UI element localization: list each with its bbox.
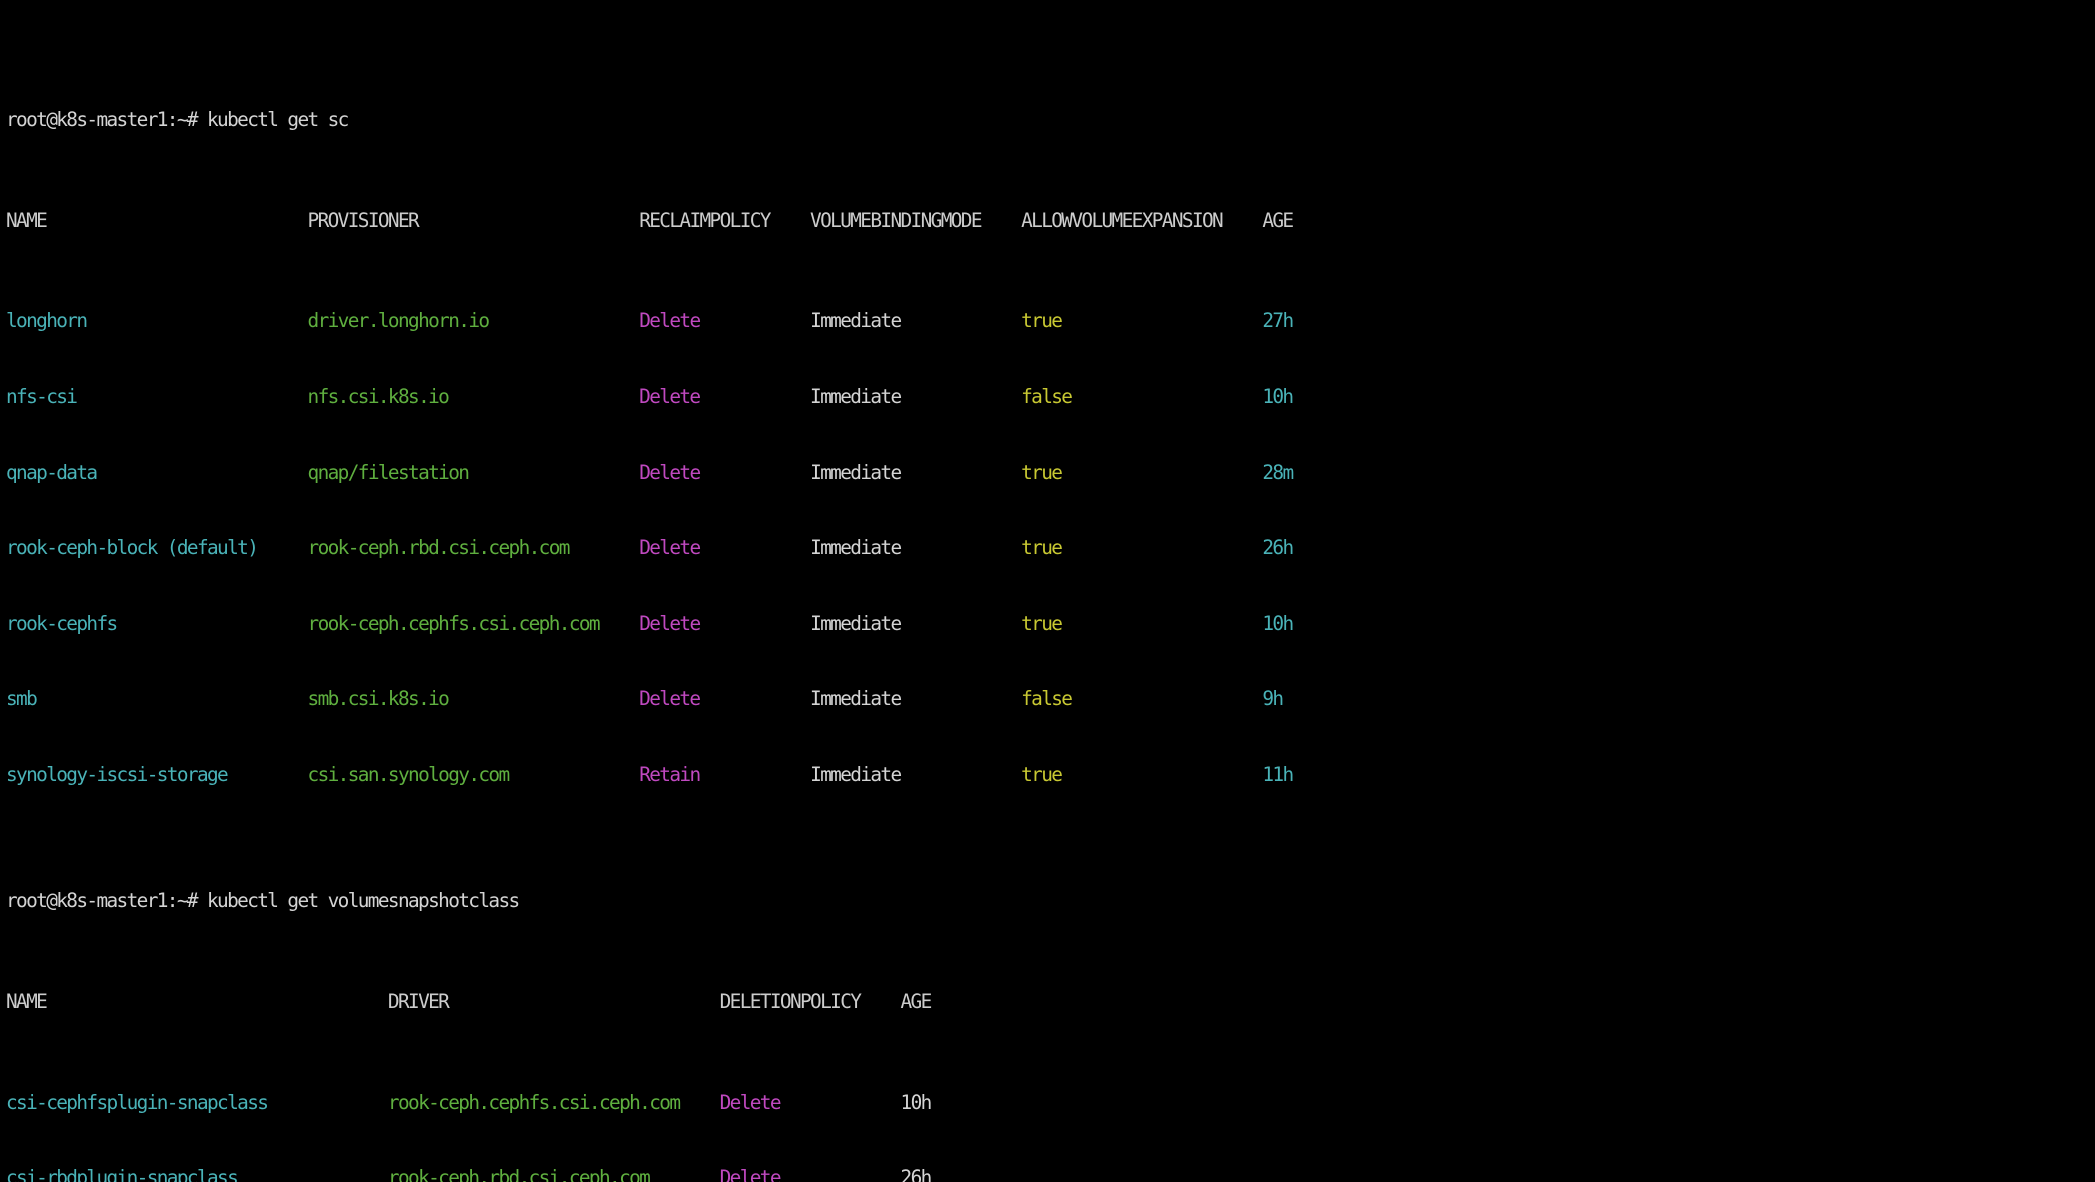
cell-name: rook-cephfs — [6, 611, 118, 635]
cell-reclaimpolicy: Retain — [639, 762, 701, 786]
cell-allowvolumeexpansion: false — [1021, 385, 1073, 408]
cell-provisioner: qnap/filestation — [307, 460, 470, 484]
cell-name: csi-cephfsplugin-snapclass — [6, 1090, 269, 1114]
cell-deletionpolicy: Delete — [719, 1166, 782, 1182]
table-header-row-2: NAME DRIVER DELETIONPOLICY AGE — [6, 989, 2095, 1014]
cell-allowvolumeexpansion: true — [1021, 536, 1063, 560]
command-line-1: root@k8s-master1:~# kubectl get sc — [6, 107, 2095, 132]
cell-name: qnap-data — [6, 460, 98, 484]
cell-reclaimpolicy: Delete — [639, 687, 701, 711]
cell-name: csi-rbdplugin-snapclass — [6, 1166, 239, 1182]
cell-volumebindingmode: Immediate — [810, 762, 902, 786]
table-row: csi-rbdplugin-snapclass rook-ceph.rbd.cs… — [6, 1165, 2095, 1182]
command-line-2: root@k8s-master1:~# kubectl get volumesn… — [6, 888, 2095, 913]
cell-age: 11h — [1262, 762, 1294, 786]
cell-provisioner: driver.longhorn.io — [307, 309, 491, 333]
cell-age: 27h — [1262, 309, 1294, 333]
table-row: qnap-data qnap/filestation Delete Immedi… — [6, 460, 2095, 485]
table-row: smb smb.csi.k8s.io Delete Immediate fals… — [6, 686, 2095, 711]
cell-reclaimpolicy: Delete — [639, 536, 701, 560]
cell-name: smb — [6, 687, 38, 711]
cell-volumebindingmode: Immediate — [810, 385, 902, 408]
cell-age: 28m — [1262, 460, 1294, 484]
table-row: nfs-csi nfs.csi.k8s.io Delete Immediate … — [6, 384, 2095, 409]
cell-name: nfs-csi — [6, 385, 78, 408]
cell-provisioner: nfs.csi.k8s.io — [307, 385, 450, 408]
cell-deletionpolicy: Delete — [719, 1090, 782, 1114]
column-header-allowvolumeexpansion: ALLOWVOLUMEEXPANSION — [1021, 208, 1224, 232]
cell-provisioner: csi.san.synology.com — [307, 762, 511, 786]
table-header-row-1: NAME PROVISIONER RECLAIMPOLICY VOLUMEBIN… — [6, 208, 2095, 233]
cell-age: 9h — [1262, 687, 1284, 711]
column-header-age: AGE — [1262, 208, 1294, 232]
column-header-volumebindingmode: VOLUMEBINDINGMODE — [810, 208, 982, 232]
terminal-screen[interactable]: root@k8s-master1:~# kubectl get sc NAME … — [0, 0, 2095, 1182]
cell-volumebindingmode: Immediate — [810, 687, 902, 711]
cell-name: synology-iscsi-storage — [6, 762, 229, 786]
cell-age: 26h — [900, 1166, 933, 1182]
command-text-2: root@k8s-master1:~# kubectl get volumesn… — [6, 888, 520, 912]
table-row: rook-ceph-block (default) rook-ceph.rbd.… — [6, 535, 2095, 560]
cell-reclaimpolicy: Delete — [639, 460, 701, 484]
table-row: csi-cephfsplugin-snapclass rook-ceph.cep… — [6, 1090, 2095, 1115]
cell-volumebindingmode: Immediate — [810, 309, 902, 333]
cell-provisioner: smb.csi.k8s.io — [307, 687, 450, 711]
cell-name: rook-ceph-block (default) — [6, 536, 259, 560]
table-row: synology-iscsi-storage csi.san.synology.… — [6, 762, 2095, 787]
column-header-name: NAME — [6, 208, 48, 232]
cell-allowvolumeexpansion: true — [1021, 611, 1063, 635]
cell-provisioner: rook-ceph.cephfs.csi.ceph.com — [307, 611, 601, 635]
cell-reclaimpolicy: Delete — [639, 309, 701, 333]
cell-name: longhorn — [6, 309, 88, 333]
column-header-name: NAME — [6, 989, 48, 1013]
cell-age: 26h — [1262, 536, 1294, 560]
command-text-1: root@k8s-master1:~# kubectl get sc — [6, 107, 349, 131]
cell-provisioner: rook-ceph.rbd.csi.ceph.com — [307, 536, 571, 560]
cell-age: 10h — [1262, 385, 1294, 408]
cell-age: 10h — [1262, 611, 1294, 635]
cell-reclaimpolicy: Delete — [639, 611, 701, 635]
column-header-reclaimpolicy: RECLAIMPOLICY — [639, 208, 771, 232]
cell-reclaimpolicy: Delete — [639, 385, 701, 408]
cell-driver: rook-ceph.rbd.csi.ceph.com — [387, 1166, 651, 1182]
column-header-provisioner: PROVISIONER — [307, 208, 420, 232]
column-header-driver: DRIVER — [387, 989, 450, 1013]
cell-volumebindingmode: Immediate — [810, 460, 902, 484]
cell-age: 10h — [900, 1090, 933, 1114]
table-row: rook-cephfs rook-ceph.cephfs.csi.ceph.co… — [6, 611, 2095, 636]
column-header-deletionpolicy: DELETIONPOLICY — [719, 989, 862, 1013]
cell-allowvolumeexpansion: false — [1021, 687, 1073, 711]
cell-allowvolumeexpansion: true — [1021, 460, 1063, 484]
cell-volumebindingmode: Immediate — [810, 611, 902, 635]
cell-allowvolumeexpansion: true — [1021, 762, 1063, 786]
cell-volumebindingmode: Immediate — [810, 536, 902, 560]
column-header-age: AGE — [900, 989, 933, 1013]
table-row: longhorn driver.longhorn.io Delete Immed… — [6, 308, 2095, 333]
cell-driver: rook-ceph.cephfs.csi.ceph.com — [387, 1090, 681, 1114]
cell-allowvolumeexpansion: true — [1021, 309, 1063, 333]
